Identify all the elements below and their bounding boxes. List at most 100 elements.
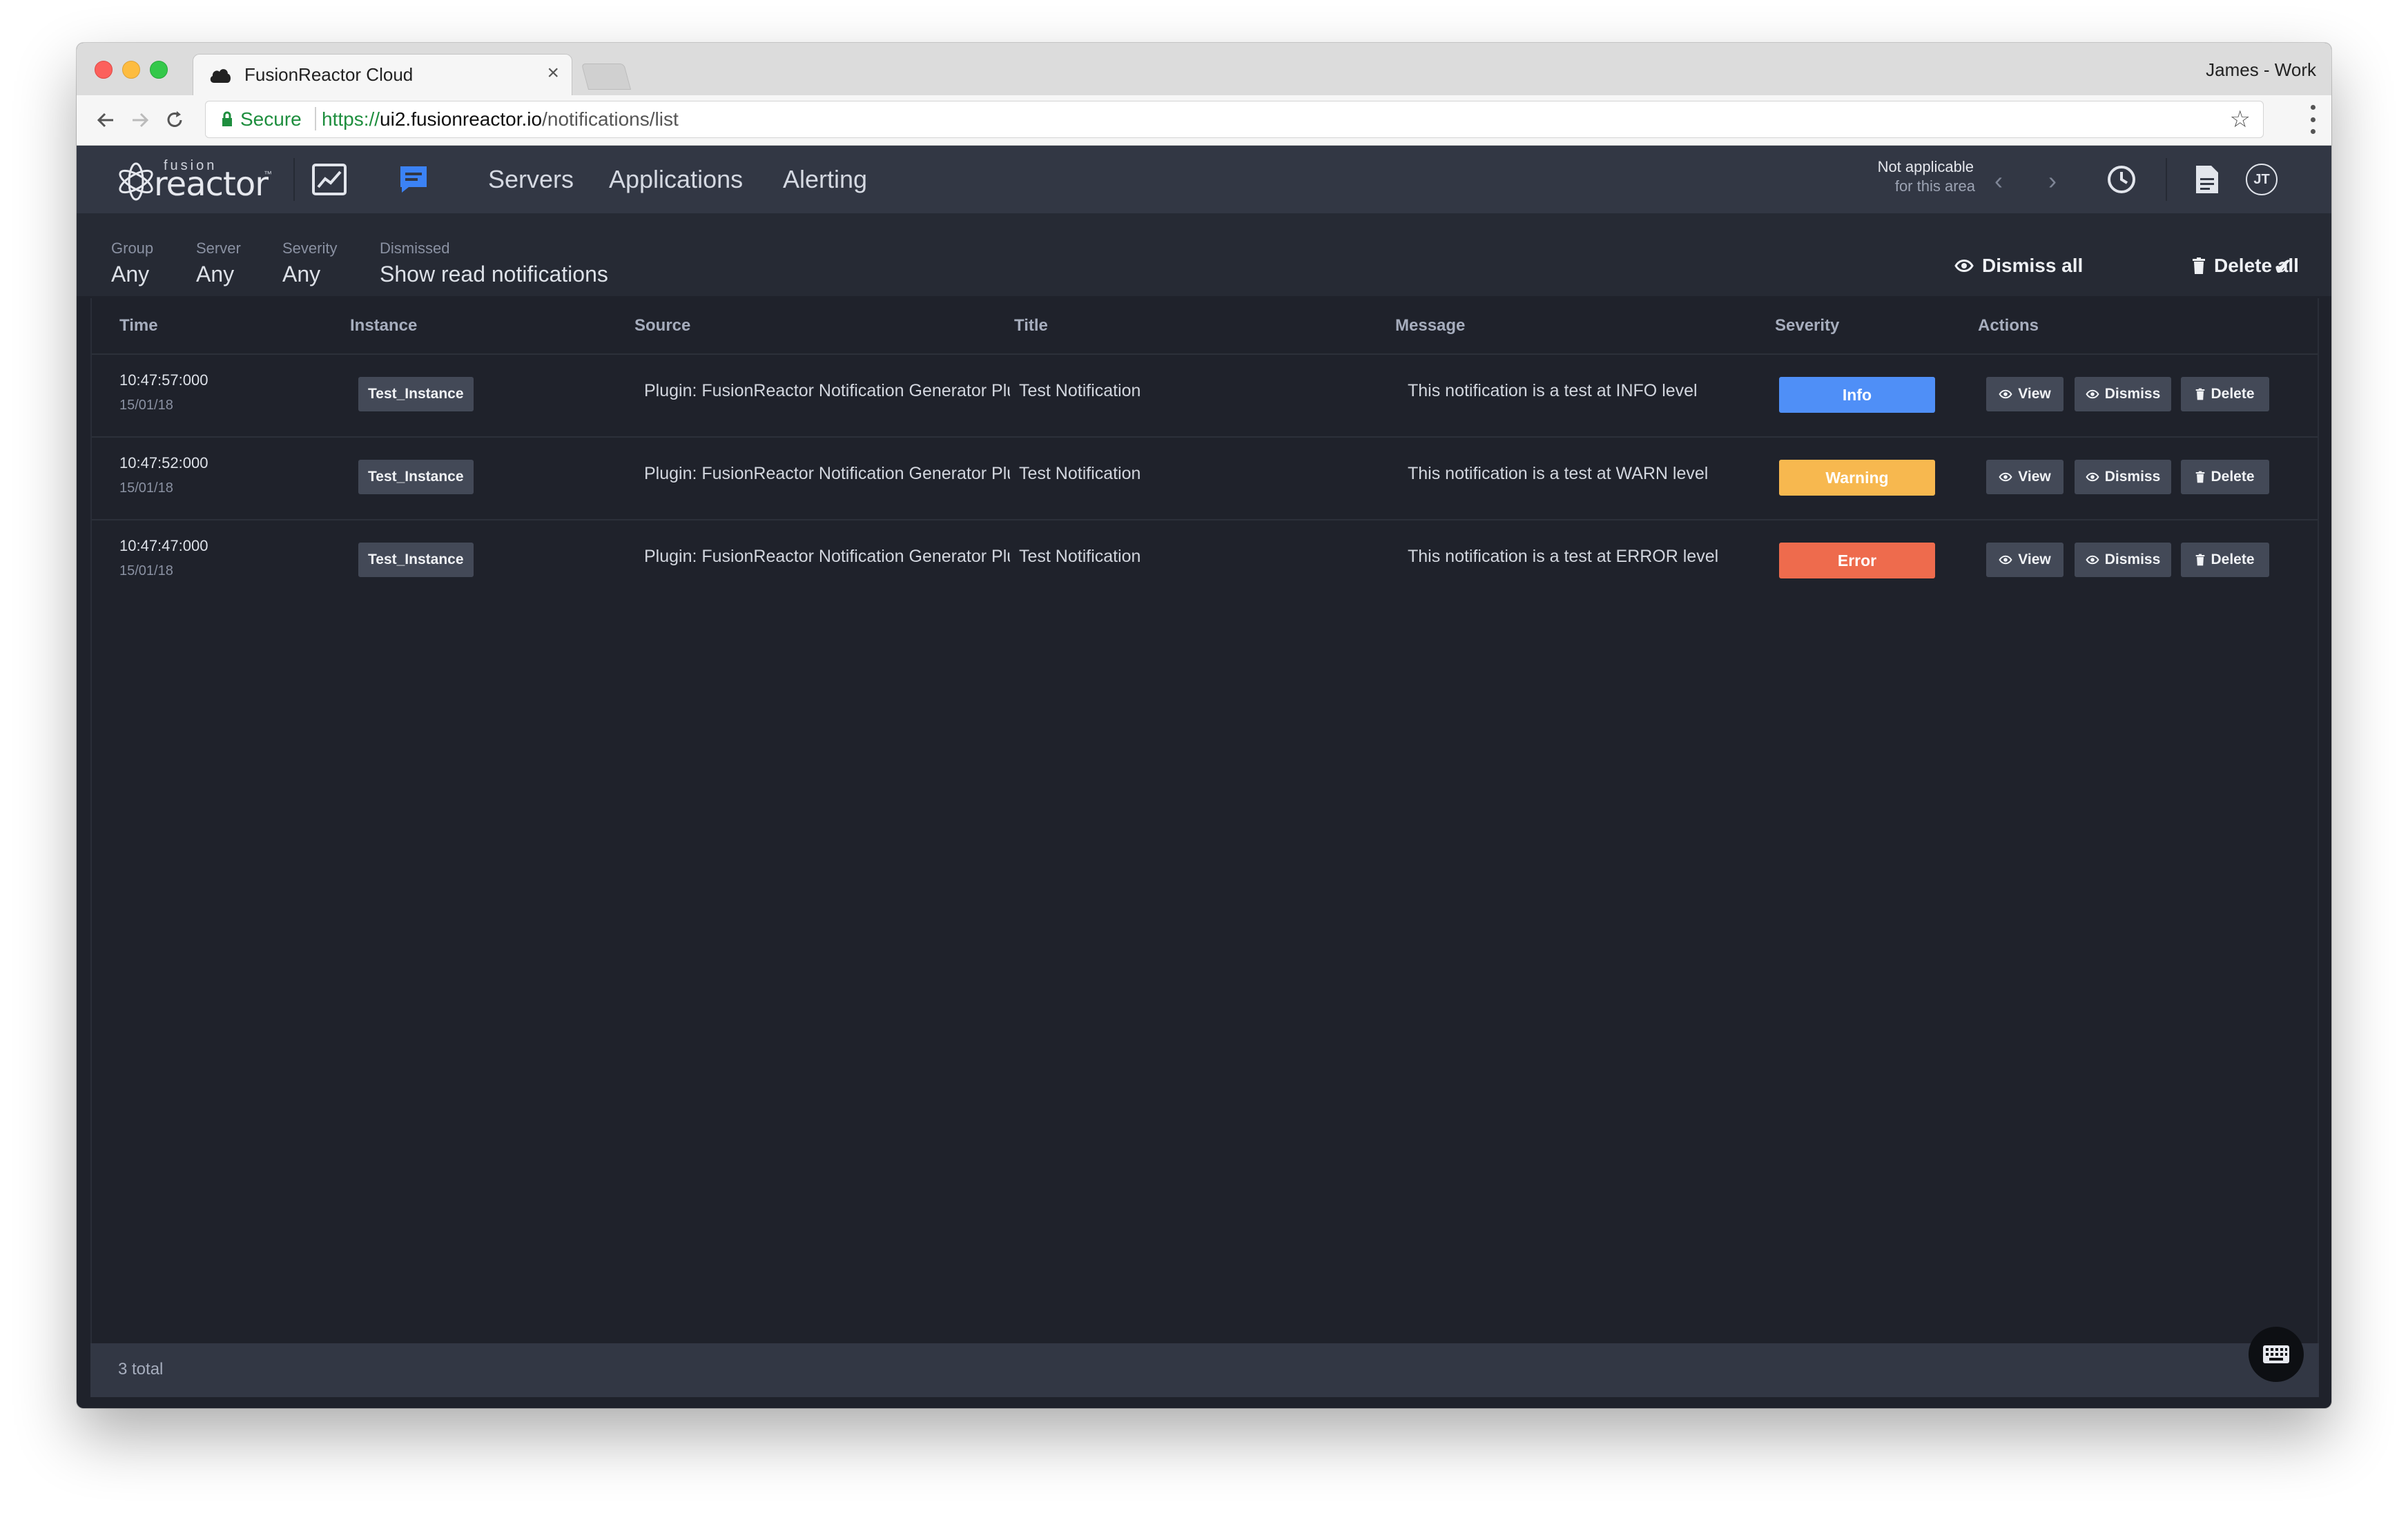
- dismiss-button[interactable]: Dismiss: [2075, 460, 2171, 494]
- column-header-title[interactable]: Title: [1014, 316, 1048, 335]
- document-icon[interactable]: [2188, 161, 2226, 198]
- row-date: 15/01/18: [119, 563, 173, 578]
- nav-alerting[interactable]: Alerting: [783, 165, 867, 194]
- table-row[interactable]: 10:47:47:000 15/01/18 Test_Instance Plug…: [92, 520, 2318, 602]
- column-header-actions: Actions: [1978, 316, 2039, 335]
- filter-group[interactable]: Group Any: [111, 240, 153, 287]
- delete-button[interactable]: Delete: [2181, 543, 2269, 577]
- eye-icon: [1999, 389, 2012, 399]
- view-label: View: [2018, 386, 2051, 402]
- cloud-icon: [210, 69, 231, 83]
- row-source: Plugin: FusionReactor Notification Gener…: [644, 547, 1010, 566]
- reload-icon[interactable]: [158, 104, 191, 137]
- filter-dismissed[interactable]: Dismissed Show read notifications: [380, 240, 608, 287]
- tab-close-icon[interactable]: ×: [547, 61, 559, 85]
- table-row[interactable]: 10:47:57:000 15/01/18 Test_Instance Plug…: [92, 355, 2318, 438]
- context-status-line2: for this area: [1894, 177, 1975, 195]
- back-icon[interactable]: [89, 104, 122, 137]
- eye-icon: [1954, 260, 1974, 272]
- dismiss-all-button[interactable]: Dismiss all: [1954, 255, 2083, 277]
- metrics-chart-icon[interactable]: [310, 161, 349, 198]
- column-header-instance[interactable]: Instance: [350, 316, 417, 335]
- keyboard-shortcuts-button[interactable]: [2249, 1327, 2304, 1382]
- filter-label: Severity: [282, 240, 338, 257]
- severity-badge-error: Error: [1779, 543, 1935, 578]
- view-button[interactable]: View: [1986, 377, 2064, 411]
- view-label: View: [2018, 552, 2051, 567]
- column-header-source[interactable]: Source: [634, 316, 690, 335]
- table-footer: 3 total: [90, 1343, 2319, 1397]
- row-title: Test Notification: [1019, 547, 1141, 566]
- nav-servers[interactable]: Servers: [488, 165, 574, 194]
- dismiss-button[interactable]: Dismiss: [2075, 377, 2171, 411]
- filter-label: Group: [111, 240, 154, 257]
- url-separator: [315, 107, 316, 130]
- instance-badge[interactable]: Test_Instance: [358, 543, 474, 577]
- bookmark-star-icon[interactable]: ☆: [2230, 106, 2251, 133]
- profile-name[interactable]: James - Work: [2206, 59, 2316, 81]
- filter-value[interactable]: Any: [196, 262, 241, 287]
- row-date: 15/01/18: [119, 398, 173, 413]
- row-time: 10:47:47:000: [119, 537, 208, 554]
- history-clock-icon[interactable]: [2102, 161, 2141, 198]
- column-header-message[interactable]: Message: [1395, 316, 1465, 335]
- trash-icon: [2196, 471, 2205, 483]
- filter-value[interactable]: Any: [282, 262, 337, 287]
- row-date: 15/01/18: [119, 480, 173, 496]
- url-field[interactable]: Secure https://ui2.fusionreactor.io/noti…: [205, 101, 2264, 138]
- view-button[interactable]: View: [1986, 543, 2064, 577]
- forward-icon[interactable]: [124, 104, 157, 137]
- close-window-button[interactable]: [95, 61, 113, 79]
- mark-read-check-icon[interactable]: ✔: [2273, 253, 2293, 281]
- column-header-time[interactable]: Time: [119, 316, 158, 335]
- chevron-right-icon[interactable]: ›: [2048, 166, 2057, 195]
- filter-value[interactable]: Any: [111, 262, 153, 287]
- filter-server[interactable]: Server Any: [196, 240, 241, 287]
- delete-button[interactable]: Delete: [2181, 377, 2269, 411]
- fusionreactor-logo[interactable]: fusion reactor ™: [115, 158, 281, 204]
- nav-applications[interactable]: Applications: [609, 165, 743, 194]
- total-count: 3 total: [118, 1360, 164, 1378]
- app-header: fusion reactor ™ Servers Applications Al…: [77, 146, 2331, 213]
- notifications-icon[interactable]: [394, 161, 433, 198]
- new-tab-button[interactable]: [581, 64, 632, 90]
- secure-indicator[interactable]: Secure: [221, 108, 302, 130]
- instance-badge[interactable]: Test_Instance: [358, 377, 474, 411]
- eye-icon: [2086, 555, 2099, 565]
- context-status-line1: Not applicable: [1877, 158, 1974, 175]
- zoom-window-button[interactable]: [150, 61, 168, 79]
- delete-label: Delete: [2211, 386, 2255, 402]
- view-button[interactable]: View: [1986, 460, 2064, 494]
- notifications-table: Time Instance Source Title Message Sever…: [90, 298, 2319, 1343]
- trash-icon: [2196, 554, 2205, 566]
- table-header: Time Instance Source Title Message Sever…: [92, 298, 2318, 355]
- table-row[interactable]: 10:47:52:000 15/01/18 Test_Instance Plug…: [92, 438, 2318, 520]
- delete-button[interactable]: Delete: [2181, 460, 2269, 494]
- filter-value[interactable]: Show read notifications: [380, 262, 608, 287]
- row-message: This notification is a test at WARN leve…: [1408, 464, 1709, 483]
- browser-menu-icon[interactable]: [2311, 105, 2316, 134]
- eye-icon: [2086, 389, 2099, 399]
- dismiss-all-label: Dismiss all: [1982, 255, 2084, 276]
- chevron-left-icon[interactable]: ‹: [1994, 166, 2003, 195]
- delete-label: Delete: [2211, 552, 2255, 567]
- column-header-severity[interactable]: Severity: [1775, 316, 1839, 335]
- user-avatar[interactable]: JT: [2246, 164, 2278, 195]
- dismiss-button[interactable]: Dismiss: [2075, 543, 2171, 577]
- filter-label: Server: [196, 240, 241, 257]
- row-time: 10:47:57:000: [119, 371, 208, 389]
- filter-severity[interactable]: Severity Any: [282, 240, 337, 287]
- trash-icon: [2196, 388, 2205, 400]
- tab-title: FusionReactor Cloud: [244, 64, 414, 85]
- minimize-window-button[interactable]: [122, 61, 140, 79]
- address-bar: Secure https://ui2.fusionreactor.io/noti…: [77, 95, 2331, 146]
- row-message: This notification is a test at INFO leve…: [1408, 381, 1698, 400]
- header-divider: [293, 158, 295, 201]
- view-label: View: [2018, 469, 2051, 485]
- row-source: Plugin: FusionReactor Notification Gener…: [644, 381, 1010, 400]
- instance-badge[interactable]: Test_Instance: [358, 460, 474, 494]
- filter-label: Dismissed: [380, 240, 450, 257]
- eye-icon: [1999, 472, 2012, 482]
- severity-badge-info: Info: [1779, 377, 1935, 413]
- browser-tab[interactable]: FusionReactor Cloud ×: [193, 54, 572, 97]
